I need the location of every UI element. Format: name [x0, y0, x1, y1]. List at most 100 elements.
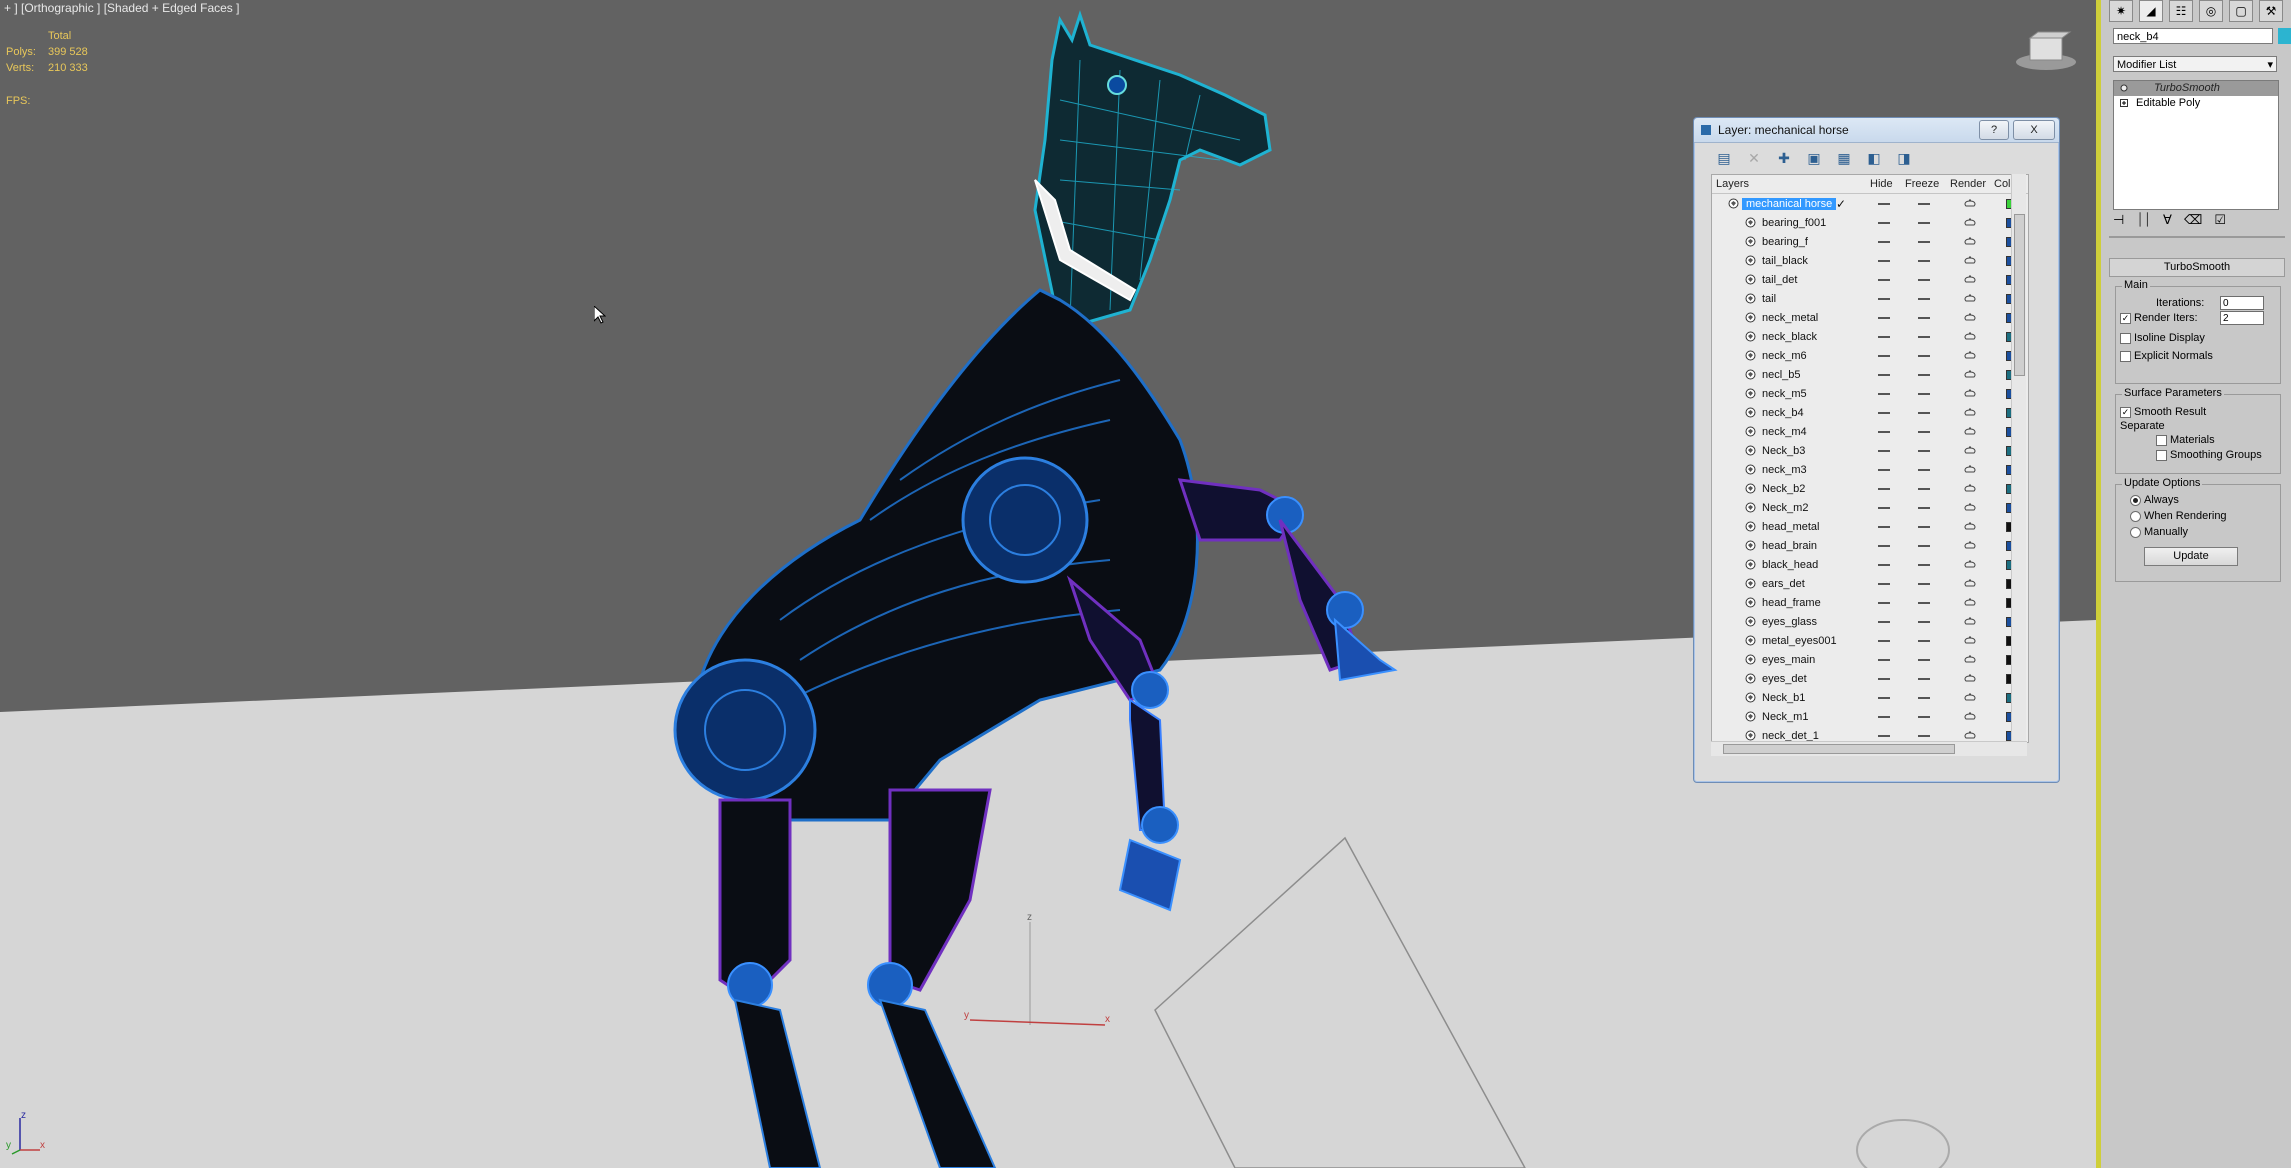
- freeze-toggle[interactable]: [1918, 640, 1930, 642]
- hide-toggle[interactable]: [1878, 697, 1890, 699]
- isoline-checkbox[interactable]: [2120, 333, 2131, 344]
- hide-toggle[interactable]: [1878, 545, 1890, 547]
- hide-toggle[interactable]: [1878, 659, 1890, 661]
- hide-toggle[interactable]: [1878, 621, 1890, 623]
- explicit-normals-checkbox[interactable]: [2120, 351, 2131, 362]
- rollout-title[interactable]: TurboSmooth: [2109, 258, 2285, 277]
- make-unique-icon[interactable]: ∀: [2163, 212, 2172, 228]
- render-iters-spinner[interactable]: 2: [2220, 311, 2264, 325]
- col-layers[interactable]: Layers: [1716, 178, 1749, 190]
- teapot-render-icon[interactable]: [1963, 198, 1977, 208]
- layer-row[interactable]: eyes_det: [1712, 669, 2028, 688]
- layer-row[interactable]: neck_b4: [1712, 403, 2028, 422]
- hide-toggle[interactable]: [1878, 203, 1890, 205]
- update-button[interactable]: Update: [2144, 547, 2238, 566]
- layer-row[interactable]: mechanical horse ✓: [1712, 194, 2028, 213]
- hide-toggle[interactable]: [1878, 469, 1890, 471]
- layer-row[interactable]: eyes_glass: [1712, 612, 2028, 631]
- teapot-render-icon[interactable]: [1963, 293, 1977, 303]
- bulb-icon[interactable]: [2120, 84, 2128, 92]
- freeze-toggle[interactable]: [1918, 678, 1930, 680]
- hide-toggle[interactable]: [1878, 412, 1890, 414]
- hide-all-icon[interactable]: ◧: [1864, 148, 1884, 168]
- freeze-toggle[interactable]: [1918, 222, 1930, 224]
- layer-row[interactable]: neck_black: [1712, 327, 2028, 346]
- pin-stack-icon[interactable]: ⊣: [2113, 212, 2124, 228]
- layer-name[interactable]: tail_det: [1762, 274, 1797, 286]
- teapot-render-icon[interactable]: [1963, 274, 1977, 284]
- layer-row[interactable]: neck_metal: [1712, 308, 2028, 327]
- layer-name[interactable]: Neck_b3: [1762, 445, 1805, 457]
- teapot-render-icon[interactable]: [1963, 635, 1977, 645]
- freeze-toggle[interactable]: [1918, 393, 1930, 395]
- teapot-render-icon[interactable]: [1963, 559, 1977, 569]
- layer-name[interactable]: tail: [1762, 293, 1776, 305]
- hide-toggle[interactable]: [1878, 488, 1890, 490]
- layer-name[interactable]: neck_b4: [1762, 407, 1804, 419]
- hide-toggle[interactable]: [1878, 298, 1890, 300]
- layer-name[interactable]: head_brain: [1762, 540, 1817, 552]
- layer-row[interactable]: head_frame: [1712, 593, 2028, 612]
- hide-toggle[interactable]: [1878, 336, 1890, 338]
- layer-name[interactable]: metal_eyes001: [1762, 635, 1837, 647]
- teapot-render-icon[interactable]: [1963, 502, 1977, 512]
- layer-name[interactable]: neck_det_1: [1762, 730, 1819, 742]
- freeze-toggle[interactable]: [1918, 545, 1930, 547]
- object-name-field[interactable]: neck_b4: [2113, 28, 2273, 44]
- teapot-render-icon[interactable]: [1963, 236, 1977, 246]
- hide-toggle[interactable]: [1878, 450, 1890, 452]
- expand-icon[interactable]: [2120, 99, 2128, 107]
- layer-name[interactable]: Neck_b2: [1762, 483, 1805, 495]
- stack-item-turbosmooth[interactable]: TurboSmooth: [2114, 81, 2278, 96]
- layer-name[interactable]: mechanical horse: [1742, 197, 1837, 210]
- freeze-toggle[interactable]: [1918, 279, 1930, 281]
- hide-toggle[interactable]: [1878, 602, 1890, 604]
- layer-row[interactable]: eyes_main: [1712, 650, 2028, 669]
- layer-row[interactable]: neck_m5: [1712, 384, 2028, 403]
- layer-name[interactable]: necl_b5: [1762, 369, 1801, 381]
- freeze-toggle[interactable]: [1918, 374, 1930, 376]
- layer-name[interactable]: head_metal: [1762, 521, 1820, 533]
- layer-row[interactable]: Neck_b1: [1712, 688, 2028, 707]
- layer-name[interactable]: black_head: [1762, 559, 1818, 571]
- teapot-render-icon[interactable]: [1963, 255, 1977, 265]
- hide-toggle[interactable]: [1878, 564, 1890, 566]
- hide-toggle[interactable]: [1878, 374, 1890, 376]
- layer-row[interactable]: head_metal: [1712, 517, 2028, 536]
- hide-toggle[interactable]: [1878, 279, 1890, 281]
- stack-item-editable-poly[interactable]: Editable Poly: [2114, 96, 2278, 111]
- hide-toggle[interactable]: [1878, 640, 1890, 642]
- modify-tab-icon[interactable]: ◢: [2139, 0, 2163, 22]
- col-render[interactable]: Render: [1950, 178, 1986, 190]
- layer-row[interactable]: neck_m4: [1712, 422, 2028, 441]
- layer-row[interactable]: tail: [1712, 289, 2028, 308]
- display-tab-icon[interactable]: ▢: [2229, 0, 2253, 22]
- layer-name[interactable]: bearing_f: [1762, 236, 1808, 248]
- dialog-titlebar[interactable]: Layer: mechanical horse ? X: [1694, 118, 2059, 143]
- layer-name[interactable]: Neck_m1: [1762, 711, 1808, 723]
- layer-row[interactable]: black_head: [1712, 555, 2028, 574]
- layer-row[interactable]: ears_det: [1712, 574, 2028, 593]
- teapot-render-icon[interactable]: [1963, 711, 1977, 721]
- layer-row[interactable]: Neck_m2: [1712, 498, 2028, 517]
- layer-name[interactable]: neck_m6: [1762, 350, 1807, 362]
- layer-name[interactable]: neck_m5: [1762, 388, 1807, 400]
- teapot-render-icon[interactable]: [1963, 616, 1977, 626]
- horizontal-scrollbar[interactable]: [1711, 741, 2027, 756]
- layer-name[interactable]: neck_m3: [1762, 464, 1807, 476]
- freeze-toggle[interactable]: [1918, 735, 1930, 737]
- teapot-render-icon[interactable]: [1963, 597, 1977, 607]
- layer-name[interactable]: neck_m4: [1762, 426, 1807, 438]
- hide-toggle[interactable]: [1878, 393, 1890, 395]
- layer-row[interactable]: necl_b5: [1712, 365, 2028, 384]
- layer-row[interactable]: Neck_b3: [1712, 441, 2028, 460]
- freeze-toggle[interactable]: [1918, 526, 1930, 528]
- freeze-toggle[interactable]: [1918, 583, 1930, 585]
- hide-toggle[interactable]: [1878, 507, 1890, 509]
- scroll-thumb-h[interactable]: [1723, 744, 1955, 754]
- vertical-scrollbar[interactable]: [2011, 174, 2026, 741]
- layer-row[interactable]: neck_m6: [1712, 346, 2028, 365]
- object-color-swatch[interactable]: [2278, 28, 2291, 44]
- motion-tab-icon[interactable]: ◎: [2199, 0, 2223, 22]
- utilities-tab-icon[interactable]: ⚒: [2259, 0, 2283, 22]
